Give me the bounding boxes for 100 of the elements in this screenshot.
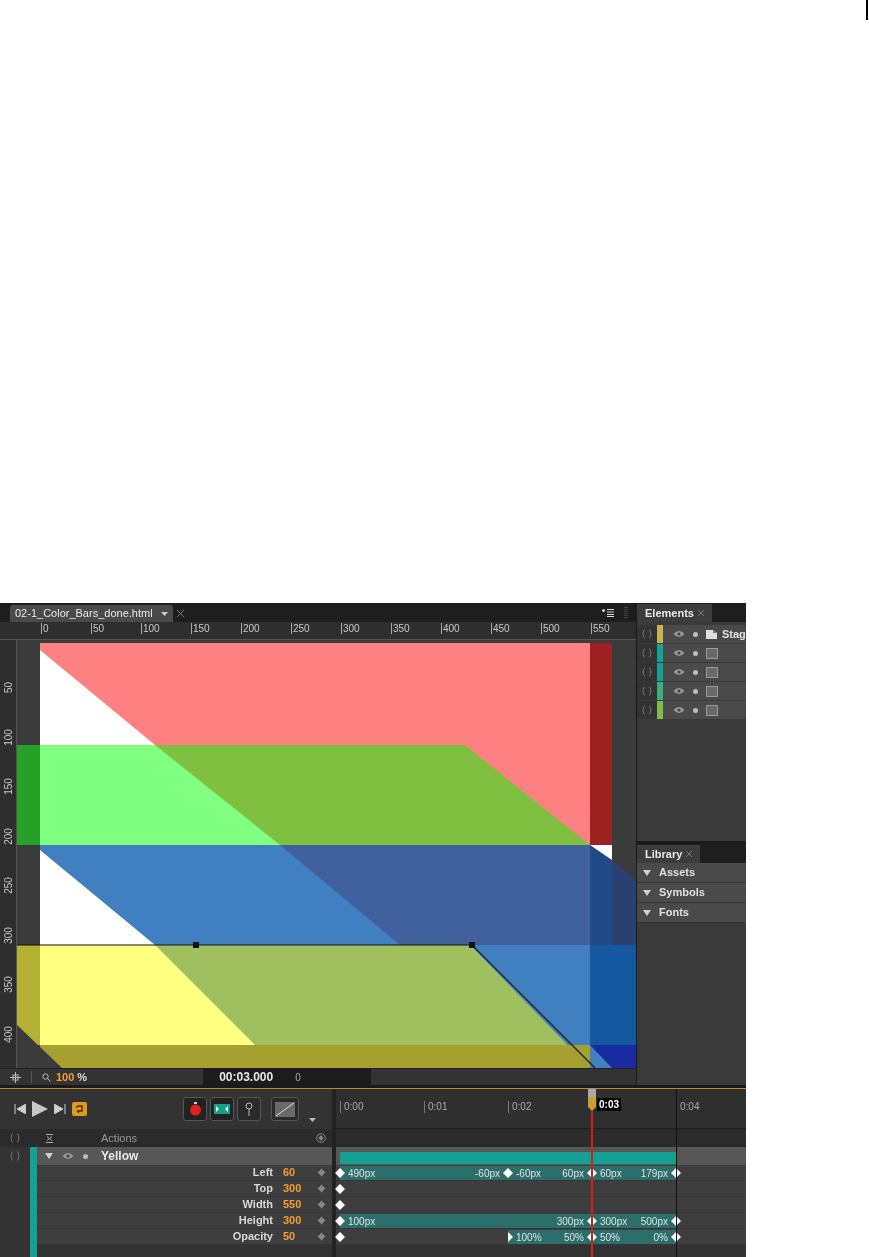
ruler-label: 350 [2,975,14,995]
panel-tab[interactable]: Library [637,845,701,863]
property-value[interactable]: 300 [273,1180,307,1197]
element-name: Stag [722,626,746,642]
braces-icon[interactable] [10,1133,20,1143]
ruler-label: 400 [441,623,460,634]
tween-start-value: 50% [600,1230,620,1245]
loop-button[interactable] [72,1102,87,1116]
braces-icon[interactable] [642,667,652,677]
element-row[interactable] [637,701,746,720]
ruler-label: 200 [2,826,14,847]
ruler-label: 350 [391,623,410,634]
crosshair-icon[interactable] [10,1071,21,1083]
close-icon[interactable] [686,851,693,857]
skip-to-end-icon[interactable] [54,1104,66,1114]
ruler-label: 50 [91,623,105,634]
actions-track[interactable] [336,1129,746,1147]
property-value[interactable]: 550 [273,1196,307,1213]
zoom-value[interactable]: 100 [56,1068,75,1086]
tween-bar[interactable]: 100% 50% [508,1230,592,1244]
braces-icon[interactable] [642,686,652,696]
library-section[interactable]: Fonts [637,903,746,923]
pin-icon [245,1102,253,1116]
tween-bar[interactable]: -60px 60px [508,1166,592,1180]
disclosure-triangle-icon[interactable] [643,868,651,877]
property-value[interactable]: 50 [273,1228,307,1245]
skip-to-start-icon[interactable] [14,1104,26,1114]
eye-icon[interactable] [673,668,685,676]
ruler-label: 100 [2,727,14,748]
tween-end-value: 50% [564,1230,584,1245]
property-value[interactable]: 60 [273,1164,307,1181]
library-section[interactable]: Assets [637,863,746,883]
playhead-handle-icon[interactable] [588,1089,596,1111]
pin-button[interactable] [237,1097,261,1121]
braces-icon[interactable] [10,1151,20,1161]
tween-bar[interactable]: 50% 0% [592,1230,676,1244]
time-tick-label: 0:02 [508,1101,532,1113]
time-ruler[interactable]: 0:00 0:01 0:02 0:03 0:04 [336,1089,746,1129]
element-row[interactable] [637,644,746,663]
property-value[interactable]: 300 [273,1212,307,1229]
eye-icon[interactable] [673,630,685,638]
ruler-label: 100 [141,623,160,634]
eye-icon[interactable] [62,1152,74,1160]
search-icon[interactable] [42,1072,51,1082]
ruler-label: 250 [2,876,14,896]
library-section[interactable]: Symbols [637,883,746,903]
panel-tab[interactable]: Elements [637,604,712,622]
rectangle-icon [706,666,718,678]
grip-icon[interactable] [624,607,628,619]
disclosure-triangle-icon[interactable] [643,888,651,897]
tween-bar[interactable]: 490px -60px [340,1166,508,1180]
loop-icon [75,1105,84,1113]
diagonal-line-icon [275,1101,295,1117]
braces-icon[interactable] [642,629,652,639]
braces-icon[interactable] [642,705,652,715]
frame-field[interactable]: 0 [295,1069,301,1085]
tween-start-value: 490px [348,1166,376,1181]
disclosure-triangle-icon[interactable] [45,1152,53,1160]
easing-button[interactable] [271,1097,299,1121]
element-row[interactable] [637,663,746,682]
element-row[interactable]: Yellow [37,1147,332,1165]
close-icon[interactable] [697,610,704,616]
ruler-label: 450 [491,623,510,634]
zoom-unit: % [77,1069,88,1085]
element-row[interactable] [637,682,746,701]
tween-start-value: 300px [600,1214,628,1229]
document-tab[interactable]: 02-1_Color_Bars_done.html [10,605,173,622]
time-tick-label: 0:00 [340,1101,364,1113]
play-icon[interactable] [32,1101,48,1117]
disclosure-triangle-icon[interactable] [643,908,651,917]
braces-icon[interactable] [642,648,652,658]
document-icon [706,629,717,639]
dropdown-caret-icon[interactable] [160,611,168,616]
keyframe-triangle-icon[interactable] [508,1232,513,1242]
collapse-all-icon[interactable] [46,1133,53,1143]
ruler-label: 50 [2,680,14,696]
tween-start-value: 60px [600,1166,622,1181]
tween-end-value: 300px [556,1214,584,1229]
eye-icon[interactable] [673,706,685,714]
tween-bar[interactable]: 300px 500px [592,1214,676,1228]
close-icon[interactable] [176,610,184,617]
time-display[interactable]: 00:03.000 [219,1068,274,1086]
playhead-time-label: 0:03 [597,1098,621,1111]
element-row[interactable]: Stag [637,625,746,644]
ruler-label: 250 [291,623,310,634]
eye-icon[interactable] [673,687,685,695]
tween-end-value: 179px [640,1166,668,1181]
auto-transition-button[interactable] [210,1097,234,1121]
tween-bar[interactable]: 60px 179px [592,1166,676,1180]
property-label: Width [242,1197,273,1213]
rectangle-icon [706,704,718,716]
ruler-label: 300 [341,623,360,634]
panel-menu-icon[interactable] [602,609,614,617]
add-action-icon[interactable] [316,1133,326,1143]
dropdown-caret-icon[interactable] [309,1118,316,1122]
property-label: Opacity [232,1229,273,1245]
transition-icon [214,1104,230,1114]
tween-bar[interactable]: 100px 300px [340,1214,592,1228]
eye-icon[interactable] [673,649,685,657]
auto-keyframe-button[interactable] [183,1097,207,1121]
